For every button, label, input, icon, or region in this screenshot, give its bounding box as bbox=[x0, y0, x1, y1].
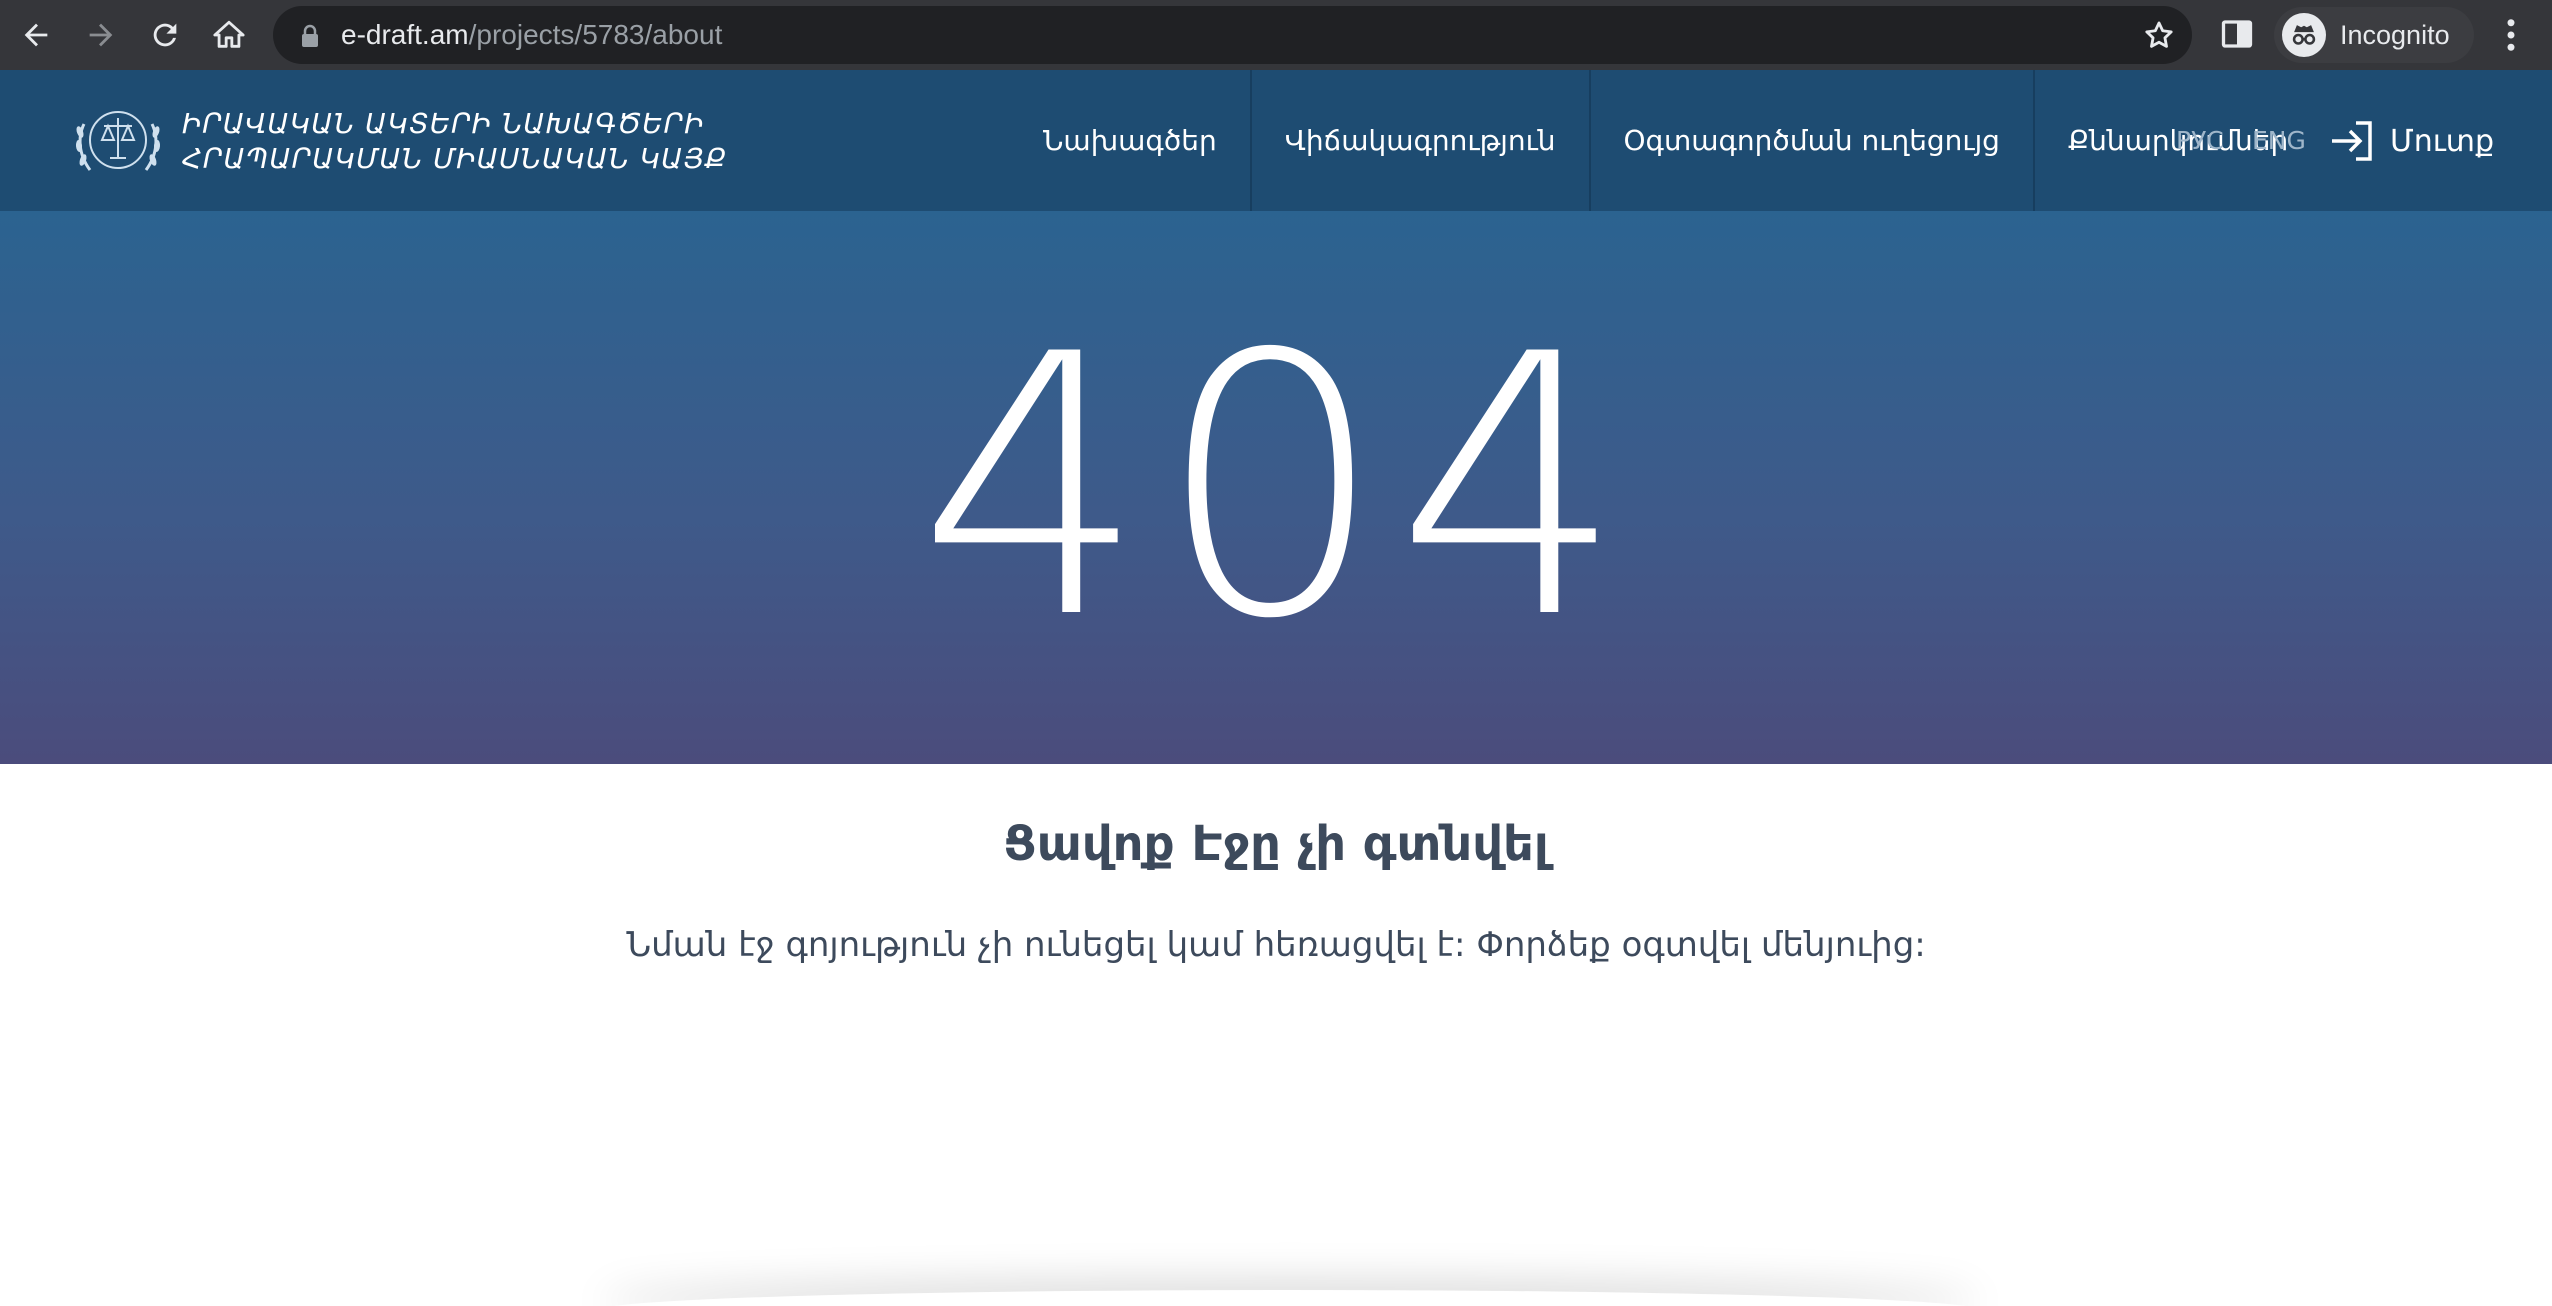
reload-button[interactable] bbox=[141, 11, 189, 59]
star-icon[interactable] bbox=[2142, 18, 2176, 52]
home-icon bbox=[213, 20, 245, 48]
address-bar[interactable]: e-draft.am/projects/5783/about bbox=[273, 6, 2192, 64]
login-button[interactable]: Մուտք bbox=[2330, 118, 2494, 164]
url-host: e-draft.am bbox=[341, 19, 469, 50]
login-label: Մուտք bbox=[2390, 123, 2495, 159]
home-button[interactable] bbox=[205, 11, 253, 59]
site-header: ԻՐԱՎԱԿԱՆ ԱԿՏԵՐԻ ՆԱԽԱԳԾԵՐԻ ՀՐԱՊԱՐԱԿՄԱՆ ՄԻ… bbox=[0, 70, 2552, 211]
lang-russian-link[interactable]: РУС bbox=[2176, 70, 2224, 211]
login-arrow-icon bbox=[2332, 121, 2372, 161]
side-panel-icon[interactable] bbox=[2219, 16, 2255, 52]
nav-item-user-guide[interactable]: Օգտագործման ուղեցույց bbox=[1591, 70, 2035, 211]
url-path: /projects/5783/about bbox=[468, 19, 723, 50]
forward-arrow-icon bbox=[89, 23, 113, 47]
error-message: Նման էջ գոյություն չի ունեցել կամ հեռացվ… bbox=[626, 925, 1926, 965]
incognito-label: Incognito bbox=[2340, 20, 2450, 50]
forward-button[interactable] bbox=[77, 11, 125, 59]
incognito-badge[interactable]: Incognito bbox=[2274, 7, 2474, 63]
site-logo-text[interactable]: ԻՐԱՎԱԿԱՆ ԱԿՏԵՐԻ ՆԱԽԱԳԾԵՐԻ ՀՐԱՊԱՐԱԿՄԱՆ ՄԻ… bbox=[182, 106, 727, 176]
error-title: Ցավոք Էջը չի գտնվել bbox=[1003, 816, 1549, 872]
back-button[interactable] bbox=[12, 11, 60, 59]
nav-item-projects[interactable]: Նախագծեր bbox=[1010, 70, 1252, 211]
url-text: e-draft.am/projects/5783/about bbox=[341, 6, 722, 64]
error-code: 404 bbox=[917, 278, 1635, 697]
nav-item-statistics[interactable]: Վիճակագրություն bbox=[1252, 70, 1591, 211]
logo-line-1: ԻՐԱՎԱԿԱՆ ԱԿՏԵՐԻ ՆԱԽԱԳԾԵՐԻ bbox=[182, 107, 705, 140]
scales-of-justice-emblem-icon[interactable] bbox=[70, 94, 166, 186]
kebab-menu-icon[interactable] bbox=[2490, 14, 2532, 56]
lock-icon bbox=[302, 24, 318, 47]
logo-line-2: ՀՐԱՊԱՐԱԿՄԱՆ ՄԻԱՍՆԱԿԱՆ ԿԱՅՔ bbox=[182, 142, 728, 175]
browser-toolbar: e-draft.am/projects/5783/about Incognito bbox=[0, 0, 2552, 70]
lang-english-link[interactable]: ENG bbox=[2252, 70, 2306, 211]
reload-icon bbox=[153, 23, 177, 47]
back-arrow-icon bbox=[24, 23, 48, 47]
error-hero: 404 bbox=[0, 211, 2552, 764]
main-navigation: Նախագծեր Վիճակագրություն Օգտագործման ուղ… bbox=[1010, 70, 2321, 211]
footer-shadow bbox=[600, 1290, 1980, 1306]
incognito-icon bbox=[2282, 13, 2326, 57]
